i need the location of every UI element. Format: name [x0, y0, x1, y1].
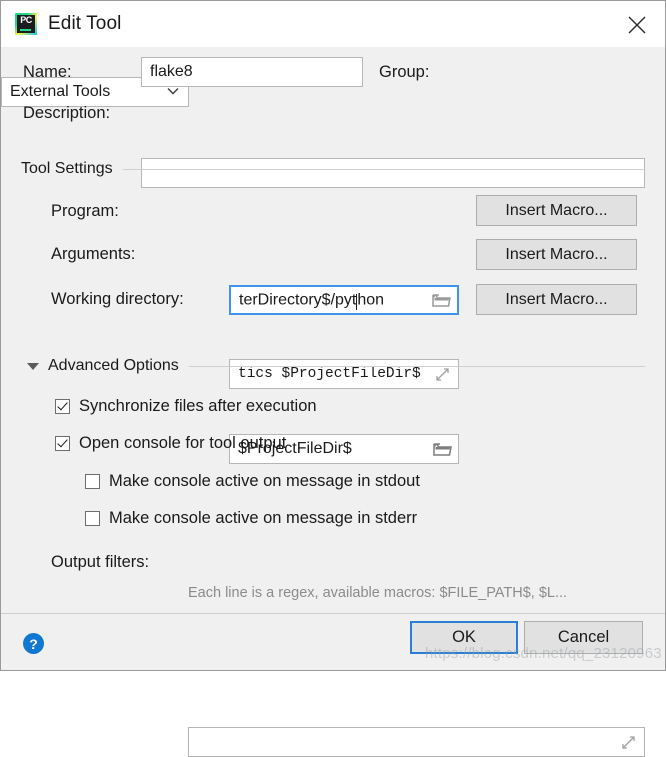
pycharm-icon-bar: [20, 29, 31, 31]
arguments-insert-macro-label: Insert Macro...: [505, 245, 608, 263]
checkbox-open-console[interactable]: Open console for tool output: [55, 434, 286, 453]
program-input-value: terDirectory$/python: [239, 291, 431, 310]
arguments-row: Arguments:: [51, 245, 135, 264]
title-bar: PC Edit Tool: [1, 1, 665, 47]
checkbox-console-active-stderr[interactable]: Make console active on message in stderr: [85, 509, 417, 528]
folder-icon[interactable]: [432, 439, 452, 459]
tool-settings-group-header: Tool Settings: [21, 160, 645, 178]
cancel-button-label: Cancel: [557, 628, 610, 646]
program-insert-macro-button[interactable]: Insert Macro...: [476, 195, 637, 226]
tool-settings-divider: [122, 168, 645, 170]
checkbox-box[interactable]: [85, 474, 100, 489]
pycharm-icon: PC: [15, 13, 37, 35]
checkbox-synchronize-files[interactable]: Synchronize files after execution: [55, 397, 317, 416]
output-filters-label: Output filters:: [51, 553, 150, 571]
name-row: Name:: [23, 63, 72, 82]
folder-icon[interactable]: [431, 290, 451, 310]
pycharm-icon-label: PC: [20, 15, 32, 25]
help-icon[interactable]: ?: [23, 633, 44, 654]
checkbox-box[interactable]: [85, 511, 100, 526]
working-directory-row: Working directory:: [51, 290, 184, 309]
checkbox-label: Make console active on message in stderr: [109, 509, 418, 527]
arguments-label: Arguments:: [51, 245, 136, 263]
arguments-insert-macro-button[interactable]: Insert Macro...: [476, 239, 637, 270]
group-label: Group:: [379, 63, 430, 81]
dialog-content: Name: flake8 Group: External Tools Descr…: [1, 47, 665, 757]
checkbox-label: Open console for tool output: [79, 434, 287, 452]
edit-tool-dialog: PC Edit Tool Name: flake8 Group: Externa…: [0, 0, 666, 757]
working-directory-label: Working directory:: [51, 290, 184, 308]
help-icon-label: ?: [29, 635, 38, 652]
working-directory-insert-macro-label: Insert Macro...: [505, 290, 608, 308]
name-input[interactable]: flake8: [141, 57, 363, 87]
description-label: Description:: [23, 104, 111, 122]
description-row: Description:: [23, 104, 110, 123]
checkbox-box[interactable]: [55, 436, 70, 451]
checkbox-label: Synchronize files after execution: [79, 397, 317, 415]
program-label: Program:: [51, 202, 119, 220]
expand-icon[interactable]: [618, 732, 638, 752]
tool-settings-title: Tool Settings: [21, 160, 113, 177]
triangle-down-icon[interactable]: [27, 362, 39, 370]
advanced-options-divider: [188, 365, 645, 367]
program-input[interactable]: terDirectory$/python: [229, 285, 459, 315]
ok-button[interactable]: OK: [410, 621, 518, 654]
checkbox-box[interactable]: [55, 399, 70, 414]
program-row: Program:: [51, 202, 119, 221]
output-filters-input[interactable]: [188, 727, 645, 757]
name-label: Name:: [23, 63, 72, 81]
window-title: Edit Tool: [48, 13, 122, 34]
program-insert-macro-label: Insert Macro...: [505, 201, 608, 219]
name-input-value: flake8: [150, 63, 193, 80]
working-directory-insert-macro-button[interactable]: Insert Macro...: [476, 284, 637, 315]
ok-button-label: OK: [452, 628, 476, 646]
advanced-options-group-header[interactable]: Advanced Options: [27, 357, 645, 375]
advanced-options-title: Advanced Options: [48, 357, 179, 374]
cancel-button[interactable]: Cancel: [524, 621, 643, 654]
close-icon[interactable]: [623, 11, 651, 39]
text-caret: [356, 293, 358, 310]
checkbox-console-active-stdout[interactable]: Make console active on message in stdout: [85, 472, 420, 491]
output-filters-hint: Each line is a regex, available macros: …: [188, 585, 568, 601]
output-filters-row: Output filters:: [51, 553, 149, 572]
checkbox-label: Make console active on message in stdout: [109, 472, 420, 490]
group-row: Group:: [379, 63, 429, 82]
